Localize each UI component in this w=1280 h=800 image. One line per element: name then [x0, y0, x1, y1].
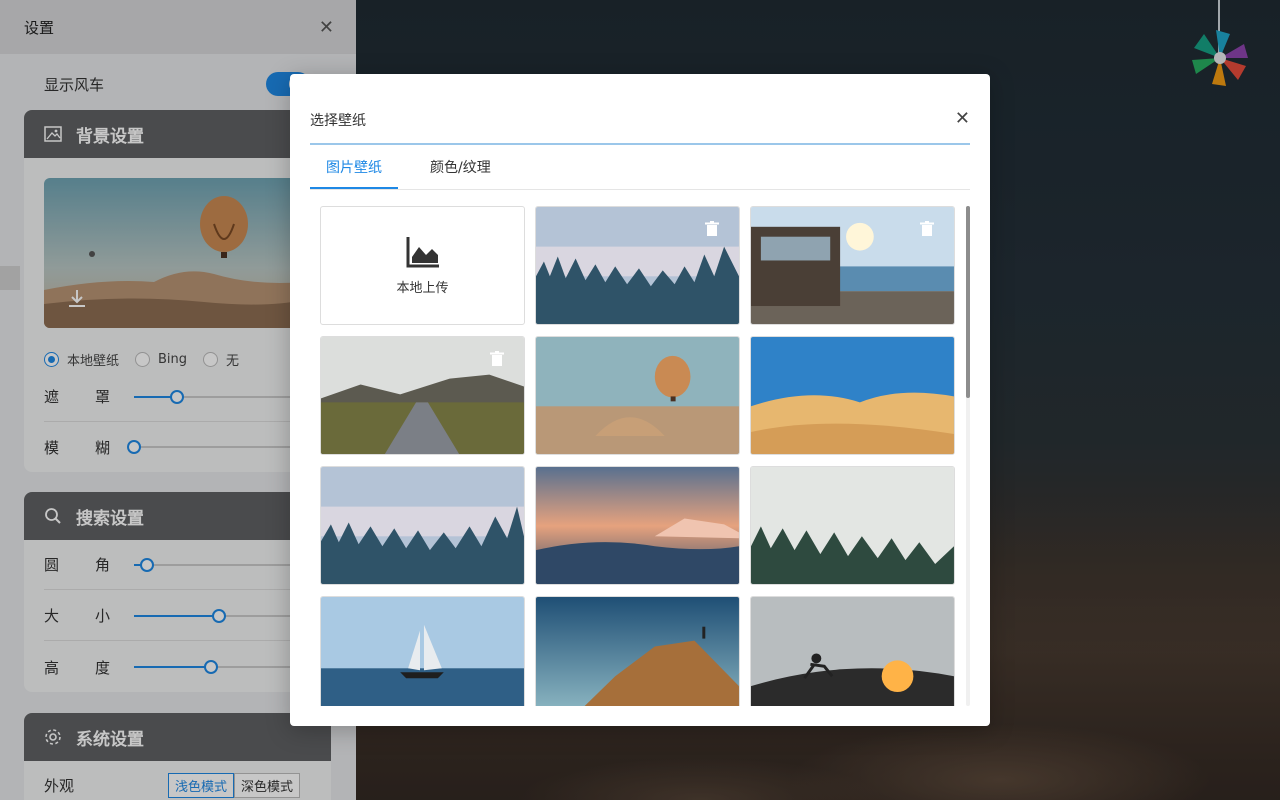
wallpaper-grid: 本地上传 — [320, 206, 956, 706]
dialog-title: 选择壁纸 — [310, 113, 366, 129]
wallpaper-thumb[interactable] — [535, 206, 740, 325]
wallpaper-thumb[interactable] — [320, 336, 525, 455]
tab-color-texture[interactable]: 颜色/纹理 — [414, 154, 507, 189]
wallpaper-thumb[interactable] — [535, 466, 740, 585]
wallpaper-thumb[interactable] — [535, 336, 740, 455]
wallpaper-picker-dialog: 选择壁纸 ✕ 图片壁纸 颜色/纹理 本地上传 — [290, 74, 990, 726]
title-divider — [310, 143, 970, 145]
tab-image-wallpaper[interactable]: 图片壁纸 — [310, 154, 398, 189]
close-icon[interactable]: ✕ — [955, 108, 970, 129]
wallpaper-thumb[interactable] — [750, 466, 955, 585]
wallpaper-thumb[interactable] — [750, 336, 955, 455]
wallpaper-thumb[interactable] — [750, 206, 955, 325]
wallpaper-tabs: 图片壁纸 颜色/纹理 — [310, 154, 970, 190]
grid-scrollbar[interactable] — [966, 206, 970, 706]
upload-label: 本地上传 — [396, 281, 449, 296]
wallpaper-thumb[interactable] — [750, 596, 955, 706]
wallpaper-thumb[interactable] — [535, 596, 740, 706]
trash-icon[interactable] — [920, 221, 934, 237]
local-upload-button[interactable]: 本地上传 — [320, 206, 525, 325]
trash-icon[interactable] — [490, 351, 504, 367]
scroll-thumb[interactable] — [966, 206, 970, 398]
trash-icon[interactable] — [705, 221, 719, 237]
wallpaper-thumb[interactable] — [320, 596, 525, 706]
wallpaper-thumb[interactable] — [320, 466, 525, 585]
area-chart-icon — [406, 237, 439, 268]
